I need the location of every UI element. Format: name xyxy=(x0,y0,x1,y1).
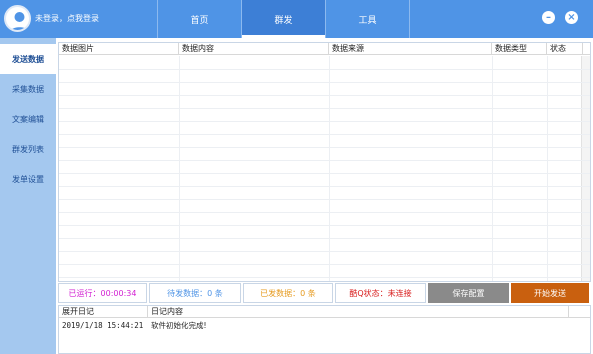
grid-line xyxy=(59,147,590,148)
column-header[interactable]: 数据类型 xyxy=(492,43,547,54)
minimize-icon[interactable]: – xyxy=(542,11,555,24)
log-header: 展开日记 日记内容 xyxy=(59,306,590,318)
log-content: 软件初始化完成! xyxy=(151,320,207,330)
grid-line xyxy=(59,134,590,135)
grid-line xyxy=(59,186,590,187)
nav-divider xyxy=(409,0,410,38)
sidebar-item-group-list[interactable]: 群发列表 xyxy=(0,134,56,164)
grid-line xyxy=(329,56,330,281)
column-header[interactable]: 数据内容 xyxy=(179,43,329,54)
column-header[interactable]: 状态 xyxy=(547,43,583,54)
grid-line xyxy=(59,251,590,252)
sent-count-text: 已发数据：0 条 xyxy=(260,288,316,298)
grid-line xyxy=(59,238,590,239)
sidebar-item-send-data[interactable]: 发送数据 xyxy=(0,44,56,74)
grid-line xyxy=(547,56,548,281)
grid-line xyxy=(59,95,590,96)
log-time: 2019/1/18 15:44:21 xyxy=(62,320,144,330)
close-icon[interactable]: × xyxy=(565,11,578,24)
data-table[interactable]: 数据图片 数据内容 数据来源 数据类型 状态 xyxy=(58,42,591,282)
pending-count: 待发数据：0 条 xyxy=(149,283,241,303)
column-header[interactable]: 数据来源 xyxy=(329,43,492,54)
sidebar-item-order-settings[interactable]: 发单设置 xyxy=(0,164,56,194)
log-row: 2019/1/18 15:44:21 软件初始化完成! xyxy=(59,318,590,332)
login-link[interactable]: 未登录，点我登录 xyxy=(35,13,99,24)
log-panel[interactable]: 展开日记 日记内容 2019/1/18 15:44:21 软件初始化完成! xyxy=(58,305,591,354)
avatar[interactable] xyxy=(4,5,31,32)
running-time: 已运行：00:00:34 xyxy=(58,283,147,303)
qq-status-text: 酷Q状态：未连接 xyxy=(349,288,412,298)
tab-home[interactable]: 首页 xyxy=(158,0,241,38)
start-send-button[interactable]: 开始发送 xyxy=(511,283,589,303)
user-icon xyxy=(11,12,28,30)
sidebar-item-collect-data[interactable]: 采集数据 xyxy=(0,74,56,104)
column-header[interactable]: 数据图片 xyxy=(59,43,179,54)
tab-tools[interactable]: 工具 xyxy=(326,0,409,38)
grid-line xyxy=(59,199,590,200)
title-bar: 未登录，点我登录 首页 群发 工具 – × xyxy=(0,0,593,38)
grid-line xyxy=(59,264,590,265)
sidebar-item-copy-edit[interactable]: 文案编辑 xyxy=(0,104,56,134)
grid-line xyxy=(179,56,180,281)
grid-line xyxy=(59,277,590,278)
grid-line xyxy=(59,212,590,213)
grid-line xyxy=(59,225,590,226)
grid-line xyxy=(492,56,493,281)
log-column-header[interactable]: 展开日记 xyxy=(59,306,148,317)
table-header: 数据图片 数据内容 数据来源 数据类型 状态 xyxy=(59,43,590,55)
sent-count: 已发数据：0 条 xyxy=(243,283,333,303)
grid-line xyxy=(59,82,590,83)
grid-line xyxy=(59,108,590,109)
table-body xyxy=(59,56,590,281)
log-column-header[interactable]: 日记内容 xyxy=(148,306,569,317)
grid-line xyxy=(59,121,590,122)
running-time-text: 已运行：00:00:34 xyxy=(68,288,137,298)
tab-mass-send[interactable]: 群发 xyxy=(242,0,325,38)
pending-count-text: 待发数据：0 条 xyxy=(167,288,223,298)
sidebar: 发送数据 采集数据 文案编辑 群发列表 发单设置 xyxy=(0,38,56,354)
save-config-button[interactable]: 保存配置 xyxy=(428,283,509,303)
qq-status: 酷Q状态：未连接 xyxy=(335,283,426,303)
main-nav: 首页 群发 工具 xyxy=(157,0,410,38)
vertical-scrollbar[interactable] xyxy=(581,56,590,281)
grid-line xyxy=(59,173,590,174)
grid-line xyxy=(59,69,590,70)
grid-line xyxy=(59,160,590,161)
status-bar: 已运行：00:00:34 待发数据：0 条 已发数据：0 条 酷Q状态：未连接 … xyxy=(58,283,589,303)
